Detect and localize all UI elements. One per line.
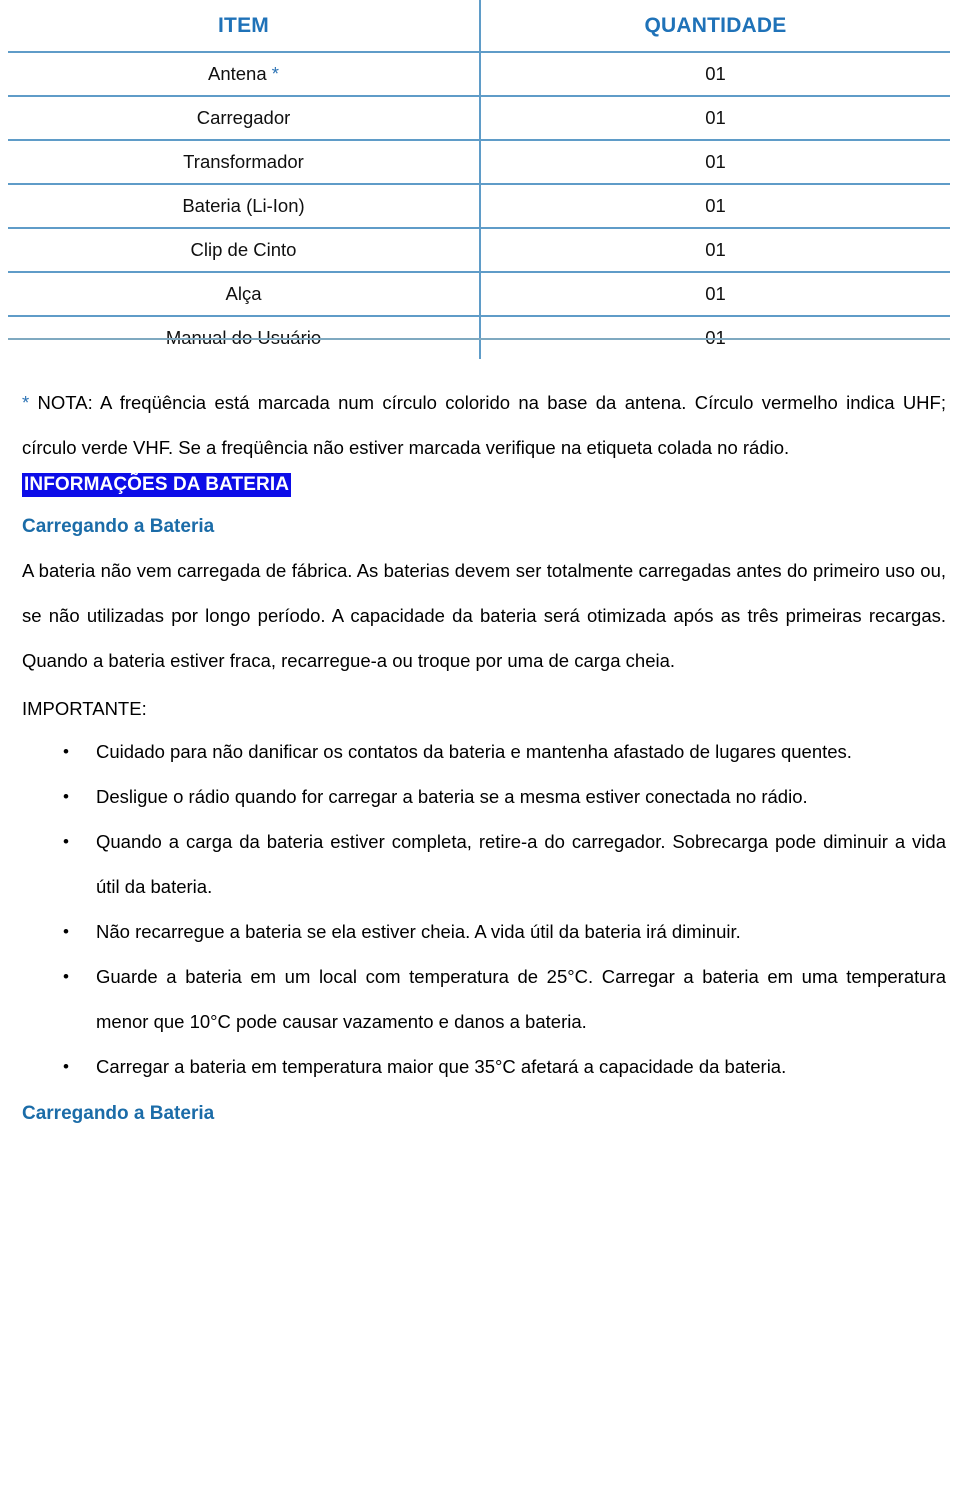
table-row: Clip de Cinto 01	[8, 228, 950, 273]
subsection-title-charging: Carregando a Bateria	[22, 516, 215, 537]
table-row: Carregador 01	[8, 96, 950, 141]
cell-item-name: Antena *	[8, 52, 481, 97]
accessories-table: ITEM QUANTIDADE Antena * 01 Carregador 0…	[8, 0, 950, 359]
table-body: Antena * 01 Carregador 01 Transformador …	[8, 52, 950, 359]
bullet-icon: •	[63, 967, 69, 986]
cell-item-name: Bateria (Li-Ion)	[8, 184, 481, 229]
list-item: • Desligue o rádio quando for carregar a …	[22, 774, 946, 819]
cell-item-qty: 01	[480, 52, 950, 97]
cell-item-name: Clip de Cinto	[8, 228, 481, 273]
bullet-icon: •	[63, 1057, 69, 1076]
column-header-item: ITEM	[8, 0, 481, 53]
cell-item-qty: 01	[480, 184, 950, 229]
bullet-icon: •	[63, 922, 69, 941]
list-item: • Não recarregue a bateria se ela estiver…	[22, 909, 946, 954]
list-item-text: Cuidado para não danificar os contatos d…	[96, 741, 852, 762]
bullet-icon: •	[63, 742, 69, 761]
cell-item-name: Carregador	[8, 96, 481, 141]
footnote-note: * NOTA: A freqüência está marcada num cí…	[22, 380, 946, 470]
table-row: Antena * 01	[8, 52, 950, 97]
list-item-text: Quando a carga da bateria estiver comple…	[96, 831, 946, 897]
list-item-text: Guarde a bateria em um local com tempera…	[96, 966, 946, 1032]
cell-item-qty: 01	[480, 96, 950, 141]
item-label: Antena	[208, 63, 272, 84]
list-item: • Carregar a bateria em temperatura maior…	[22, 1044, 946, 1089]
section-title-battery-info: INFORMAÇÕES DA BATERIA	[22, 470, 946, 500]
table-header-row: ITEM QUANTIDADE	[8, 0, 950, 53]
footnote-asterisk: *	[271, 63, 279, 84]
important-label: IMPORTANTE:	[22, 698, 147, 719]
subsection-title-charging-footer: Carregando a Bateria	[22, 1103, 215, 1124]
accessories-table-grid: ITEM QUANTIDADE Antena * 01 Carregador 0…	[8, 0, 950, 359]
battery-paragraph: A bateria não vem carregada de fábrica. …	[22, 560, 946, 671]
table-row: Alça 01	[8, 272, 950, 317]
table-bottom-rule	[8, 338, 950, 340]
cell-item-name: Transformador	[8, 140, 481, 185]
table-row: Bateria (Li-Ion) 01	[8, 184, 950, 229]
list-item-text: Desligue o rádio quando for carregar a b…	[96, 786, 808, 807]
note-text: NOTA: A freqüência está marcada num círc…	[22, 392, 946, 458]
list-item: • Cuidado para não danificar os contatos …	[22, 729, 946, 774]
list-item: • Guarde a bateria em um local com temper…	[22, 954, 946, 1044]
cell-item-qty: 01	[480, 140, 950, 185]
table-row: Transformador 01	[8, 140, 950, 185]
list-item: • Quando a carga da bateria estiver compl…	[22, 819, 946, 909]
section-title-text: INFORMAÇÕES DA BATERIA	[22, 473, 292, 497]
list-item-text: Carregar a bateria em temperatura maior …	[96, 1056, 787, 1077]
important-bullet-list: • Cuidado para não danificar os contatos …	[22, 729, 946, 1089]
bullet-icon: •	[63, 787, 69, 806]
cell-item-qty: 01	[480, 228, 950, 273]
document-body: * NOTA: A freqüência está marcada num cí…	[0, 380, 960, 1135]
cell-item-qty: 01	[480, 272, 950, 317]
bullet-icon: •	[63, 832, 69, 851]
list-item-text: Não recarregue a bateria se ela estiver …	[96, 921, 741, 942]
column-header-quantidade: QUANTIDADE	[480, 0, 950, 53]
cell-item-name: Alça	[8, 272, 481, 317]
